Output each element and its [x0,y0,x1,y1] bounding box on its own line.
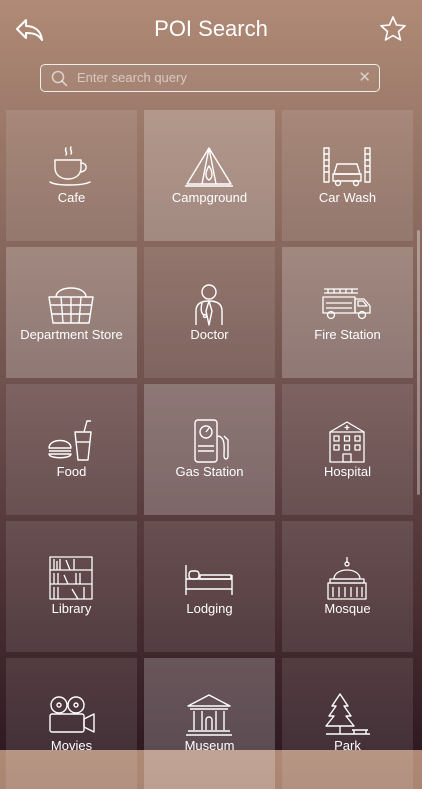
star-icon [380,16,406,41]
category-tile-movies[interactable]: Movies [6,658,137,789]
category-tile-mosque[interactable]: Mosque [282,521,413,652]
category-label: Movies [50,738,93,753]
fire-truck-icon [322,288,371,320]
category-label: Fire Station [314,327,381,342]
clear-search-icon[interactable]: ✕ [358,68,371,88]
top-bar: POI Search [0,0,422,62]
back-button[interactable] [14,16,46,44]
shopping-basket-icon [48,287,94,324]
category-tile-food[interactable]: Food [6,384,137,515]
scrollbar[interactable] [417,230,420,495]
car-wash-icon [323,147,371,187]
category-label: Car Wash [318,190,377,205]
category-label: Department Store [20,327,123,342]
tree-icon [325,693,370,735]
category-label: Park [334,738,361,753]
category-tile-campground[interactable]: Campground [144,110,275,241]
burger-drink-icon [48,420,92,461]
fuel-pump-icon [194,419,229,463]
search-input[interactable] [77,65,357,90]
category-tile-museum[interactable]: Museum [144,658,275,789]
category-grid: Cafe Campground Car Wash Department Stor… [6,110,414,789]
category-label: Food [56,464,87,479]
category-tile-hospital[interactable]: Hospital [282,384,413,515]
tent-icon [185,147,233,187]
category-label: Lodging [186,601,233,616]
category-tile-doctor[interactable]: Doctor [144,247,275,378]
museum-icon [186,694,232,736]
domed-building-icon [327,557,367,600]
bed-icon [185,565,233,595]
favorites-button[interactable] [378,14,408,44]
category-tile-fire-station[interactable]: Fire Station [282,247,413,378]
category-tile-car-wash[interactable]: Car Wash [282,110,413,241]
category-tile-lodging[interactable]: Lodging [144,521,275,652]
category-label: Cafe [57,190,86,205]
film-camera-icon [49,696,95,733]
back-arrow-icon [16,19,43,41]
bookshelf-icon [49,556,93,600]
category-tile-park[interactable]: Park [282,658,413,789]
category-tile-department-store[interactable]: Department Store [6,247,137,378]
category-label: Doctor [190,327,229,342]
doctor-icon [195,284,223,326]
hospital-building-icon [329,421,365,463]
category-tile-library[interactable]: Library [6,521,137,652]
category-label: Hospital [324,464,371,479]
page-title: POI Search [154,16,268,41]
category-label: Museum [184,738,235,753]
category-label: Gas Station [175,464,244,479]
category-label: Library [51,601,92,616]
category-tile-gas-station[interactable]: Gas Station [144,384,275,515]
search-icon [51,70,68,87]
coffee-cup-icon [49,146,91,186]
category-label: Mosque [324,601,371,616]
search-bar: ✕ [40,64,380,92]
category-label: Campground [171,190,248,205]
category-tile-cafe[interactable]: Cafe [6,110,137,241]
